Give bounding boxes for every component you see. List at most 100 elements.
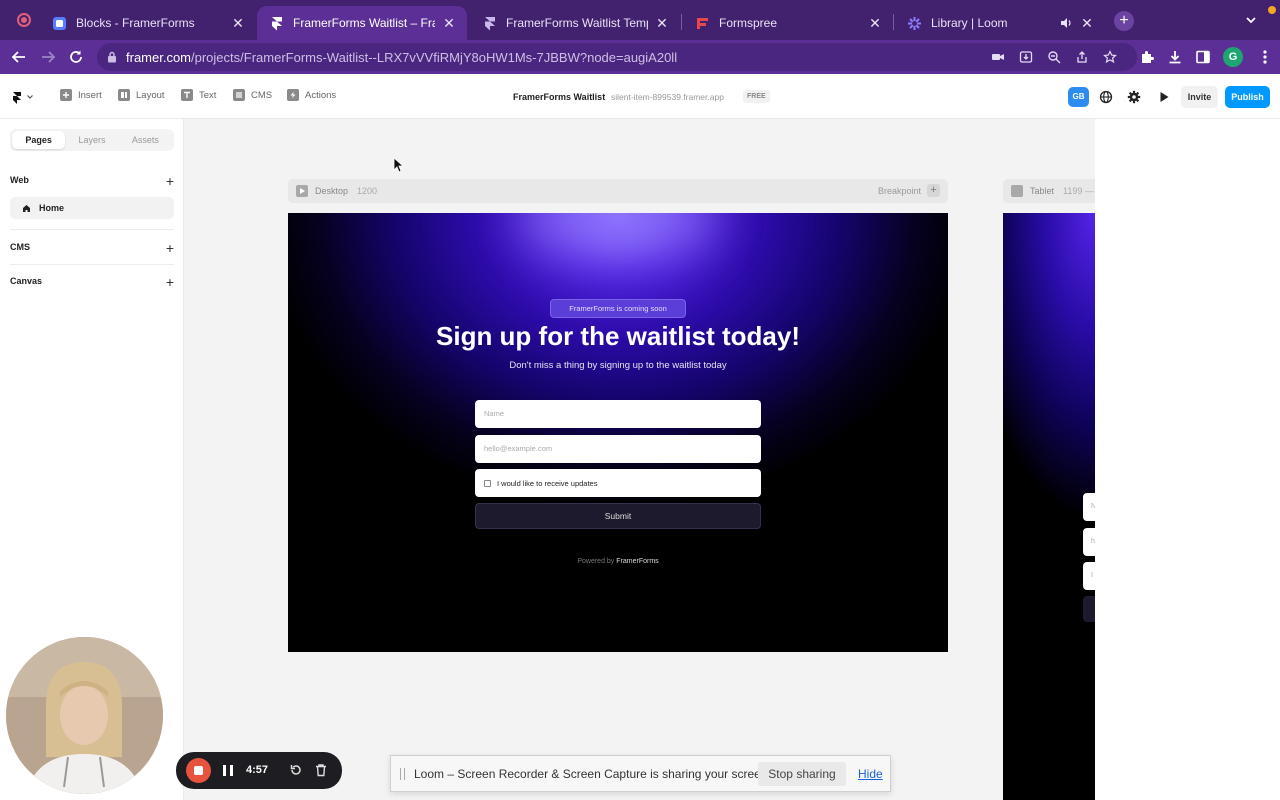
stop-sharing-button[interactable]: Stop sharing: [758, 762, 846, 786]
tablet-submit-button[interactable]: [1083, 596, 1095, 622]
camera-icon[interactable]: [991, 50, 1005, 64]
tablet-frame[interactable]: N h I: [1003, 213, 1095, 800]
add-canvas-icon[interactable]: +: [166, 274, 174, 290]
tool-label: Actions: [305, 89, 337, 101]
tab-layers[interactable]: Layers: [65, 131, 118, 149]
user-avatar[interactable]: GB: [1068, 87, 1089, 107]
tablet-breakpoint-header[interactable]: Tablet 1199 —: [1003, 179, 1095, 203]
url-text: framer.com/projects/FramerForms-Waitlist…: [126, 50, 677, 65]
email-input[interactable]: hello@example.com: [475, 435, 761, 463]
play-preview-icon[interactable]: [1157, 90, 1171, 104]
publish-button[interactable]: Publish: [1225, 86, 1270, 108]
pause-icon[interactable]: [223, 765, 233, 776]
submit-button[interactable]: Submit: [475, 503, 761, 529]
download-icon[interactable]: [1167, 49, 1183, 65]
tab-title: FramerForms Waitlist Templat: [506, 16, 648, 30]
address-bar[interactable]: framer.com/projects/FramerForms-Waitlist…: [97, 43, 1137, 71]
tab-formspree[interactable]: Formspree ✕: [683, 6, 893, 40]
design-canvas[interactable]: Desktop 1200 Breakpoint + FramerForms is…: [185, 119, 1095, 800]
add-page-icon[interactable]: +: [166, 173, 174, 189]
divider: [10, 264, 174, 265]
close-tab-icon[interactable]: ✕: [654, 15, 670, 31]
add-breakpoint-icon[interactable]: +: [927, 184, 940, 197]
close-tab-icon[interactable]: ✕: [867, 15, 883, 31]
coming-soon-badge: FramerForms is coming soon: [550, 299, 686, 318]
background-glow: [518, 213, 718, 263]
tab-pages[interactable]: Pages: [12, 131, 66, 149]
reload-icon[interactable]: [67, 48, 85, 66]
tab-library-loom[interactable]: Library | Loom ✕: [895, 6, 1105, 40]
tablet-email-input[interactable]: h: [1083, 528, 1095, 556]
breakpoint-name: Desktop: [315, 186, 349, 196]
project-domain[interactable]: silent-item-899539.framer.app: [611, 92, 724, 102]
breakpoint-name: Tablet: [1030, 186, 1055, 196]
bookmark-star-icon[interactable]: [1103, 50, 1117, 64]
gear-icon[interactable]: [1127, 90, 1141, 104]
breakpoint-button[interactable]: Breakpoint: [878, 186, 921, 196]
page-item-home[interactable]: Home: [10, 197, 174, 219]
framer-menu-button[interactable]: [12, 88, 42, 106]
chevron-down-icon[interactable]: [1244, 13, 1258, 27]
side-panel-icon[interactable]: [1195, 49, 1211, 65]
cms-tool-button[interactable]: CMS: [233, 89, 272, 101]
properties-panel: [1095, 119, 1280, 800]
tab-assets[interactable]: Assets: [119, 131, 172, 149]
text-tool-button[interactable]: Text: [181, 89, 216, 101]
desktop-frame[interactable]: FramerForms is coming soon Sign up for t…: [288, 213, 948, 652]
speaker-icon[interactable]: [1059, 16, 1073, 30]
tool-label: CMS: [251, 89, 273, 101]
add-collection-icon[interactable]: +: [166, 240, 174, 256]
sharing-message: Loom – Screen Recorder & Screen Capture …: [414, 767, 771, 781]
close-tab-icon[interactable]: ✕: [1079, 15, 1095, 31]
tab-blocks-framerforms[interactable]: Blocks - FramerForms ✕: [40, 6, 256, 40]
powered-prefix: Powered by: [577, 558, 615, 565]
actions-tool-button[interactable]: Actions: [287, 89, 336, 101]
zoom-icon[interactable]: [1047, 50, 1061, 64]
framerforms-blocks-icon: [52, 16, 67, 31]
forward-arrow-icon[interactable]: [39, 48, 57, 66]
name-input[interactable]: Name: [475, 400, 761, 428]
url-path: /projects/FramerForms-Waitlist--LRX7vVVf…: [191, 50, 678, 65]
hide-link[interactable]: Hide: [858, 767, 883, 781]
section-label: Canvas: [10, 276, 43, 286]
webcam-bubble[interactable]: [6, 637, 163, 794]
desktop-breakpoint-header[interactable]: Desktop 1200 Breakpoint +: [288, 179, 948, 203]
extensions-puzzle-icon[interactable]: [1139, 49, 1155, 65]
drag-handle-icon[interactable]: [400, 768, 405, 780]
back-arrow-icon[interactable]: [10, 48, 28, 66]
stop-recording-button[interactable]: [186, 758, 211, 783]
chevron-down-icon: [27, 95, 33, 99]
close-tab-icon[interactable]: ✕: [230, 15, 246, 31]
divider: [10, 229, 174, 230]
install-app-icon[interactable]: [1019, 50, 1033, 64]
database-icon: [233, 89, 245, 101]
invite-button[interactable]: Invite: [1181, 86, 1218, 108]
updates-checkbox-field[interactable]: I would like to receive updates: [475, 469, 761, 497]
tab-framerforms-waitlist[interactable]: FramerForms Waitlist – Fra ✕: [257, 6, 467, 40]
new-tab-button[interactable]: +: [1114, 11, 1134, 31]
insert-tool-button[interactable]: Insert: [60, 89, 102, 101]
layout-tool-button[interactable]: Layout: [118, 89, 165, 101]
webcam-person-image: [6, 637, 163, 794]
profile-avatar[interactable]: G: [1223, 47, 1243, 67]
project-title[interactable]: FramerForms Waitlist: [513, 92, 605, 102]
globe-icon[interactable]: [1099, 90, 1113, 104]
share-icon[interactable]: [1075, 50, 1089, 64]
recording-timer: 4:57: [246, 764, 269, 776]
insert-plus-icon: [60, 89, 72, 101]
section-cms: CMS +: [10, 240, 174, 256]
checkbox[interactable]: [484, 479, 491, 487]
close-tab-icon[interactable]: ✕: [441, 15, 457, 31]
restart-icon[interactable]: [289, 763, 303, 777]
browser-tab-strip: Blocks - FramerForms ✕ FramerForms Waitl…: [0, 0, 1280, 40]
preview-play-icon[interactable]: [1011, 185, 1023, 197]
checkbox-label: I would like to receive updates: [497, 478, 598, 488]
preview-play-icon[interactable]: [296, 185, 308, 197]
tablet-checkbox-field[interactable]: I: [1083, 562, 1095, 590]
home-icon: [23, 204, 30, 212]
tab-framerforms-waitlist-template[interactable]: FramerForms Waitlist Templat ✕: [470, 6, 680, 40]
browser-address-row: framer.com/projects/FramerForms-Waitlist…: [0, 40, 1280, 74]
more-vert-icon[interactable]: [1263, 49, 1267, 65]
trash-icon[interactable]: [314, 763, 328, 777]
tablet-name-input[interactable]: N: [1083, 493, 1095, 521]
